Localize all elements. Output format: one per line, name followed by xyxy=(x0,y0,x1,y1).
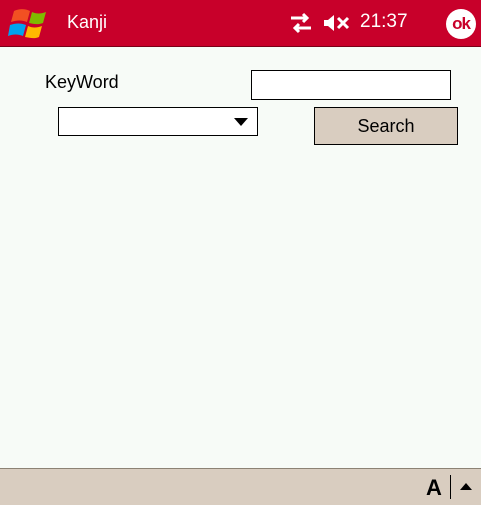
clock[interactable]: 21:37 xyxy=(360,10,408,34)
chevron-down-icon xyxy=(234,118,248,126)
windows-start-icon[interactable] xyxy=(8,8,56,40)
connectivity-icon[interactable] xyxy=(288,12,314,34)
pocketpc-screen: Kanji 21:37 ok KeyWord Search A xyxy=(0,0,481,505)
sip-toggle-button[interactable] xyxy=(453,475,479,501)
volume-muted-icon[interactable] xyxy=(322,13,352,33)
keyword-input[interactable] xyxy=(251,70,451,100)
menu-bar: A xyxy=(0,468,481,505)
app-title: Kanji xyxy=(67,12,108,32)
search-button[interactable]: Search xyxy=(314,107,458,145)
sip-up-arrow-icon xyxy=(460,483,472,490)
keyword-label: KeyWord xyxy=(45,72,119,92)
category-dropdown[interactable] xyxy=(58,107,258,136)
input-method-icon[interactable]: A xyxy=(426,475,442,501)
menu-bar-divider xyxy=(450,475,451,499)
ok-button[interactable]: ok xyxy=(446,9,476,39)
title-bar: Kanji 21:37 ok xyxy=(0,0,481,47)
